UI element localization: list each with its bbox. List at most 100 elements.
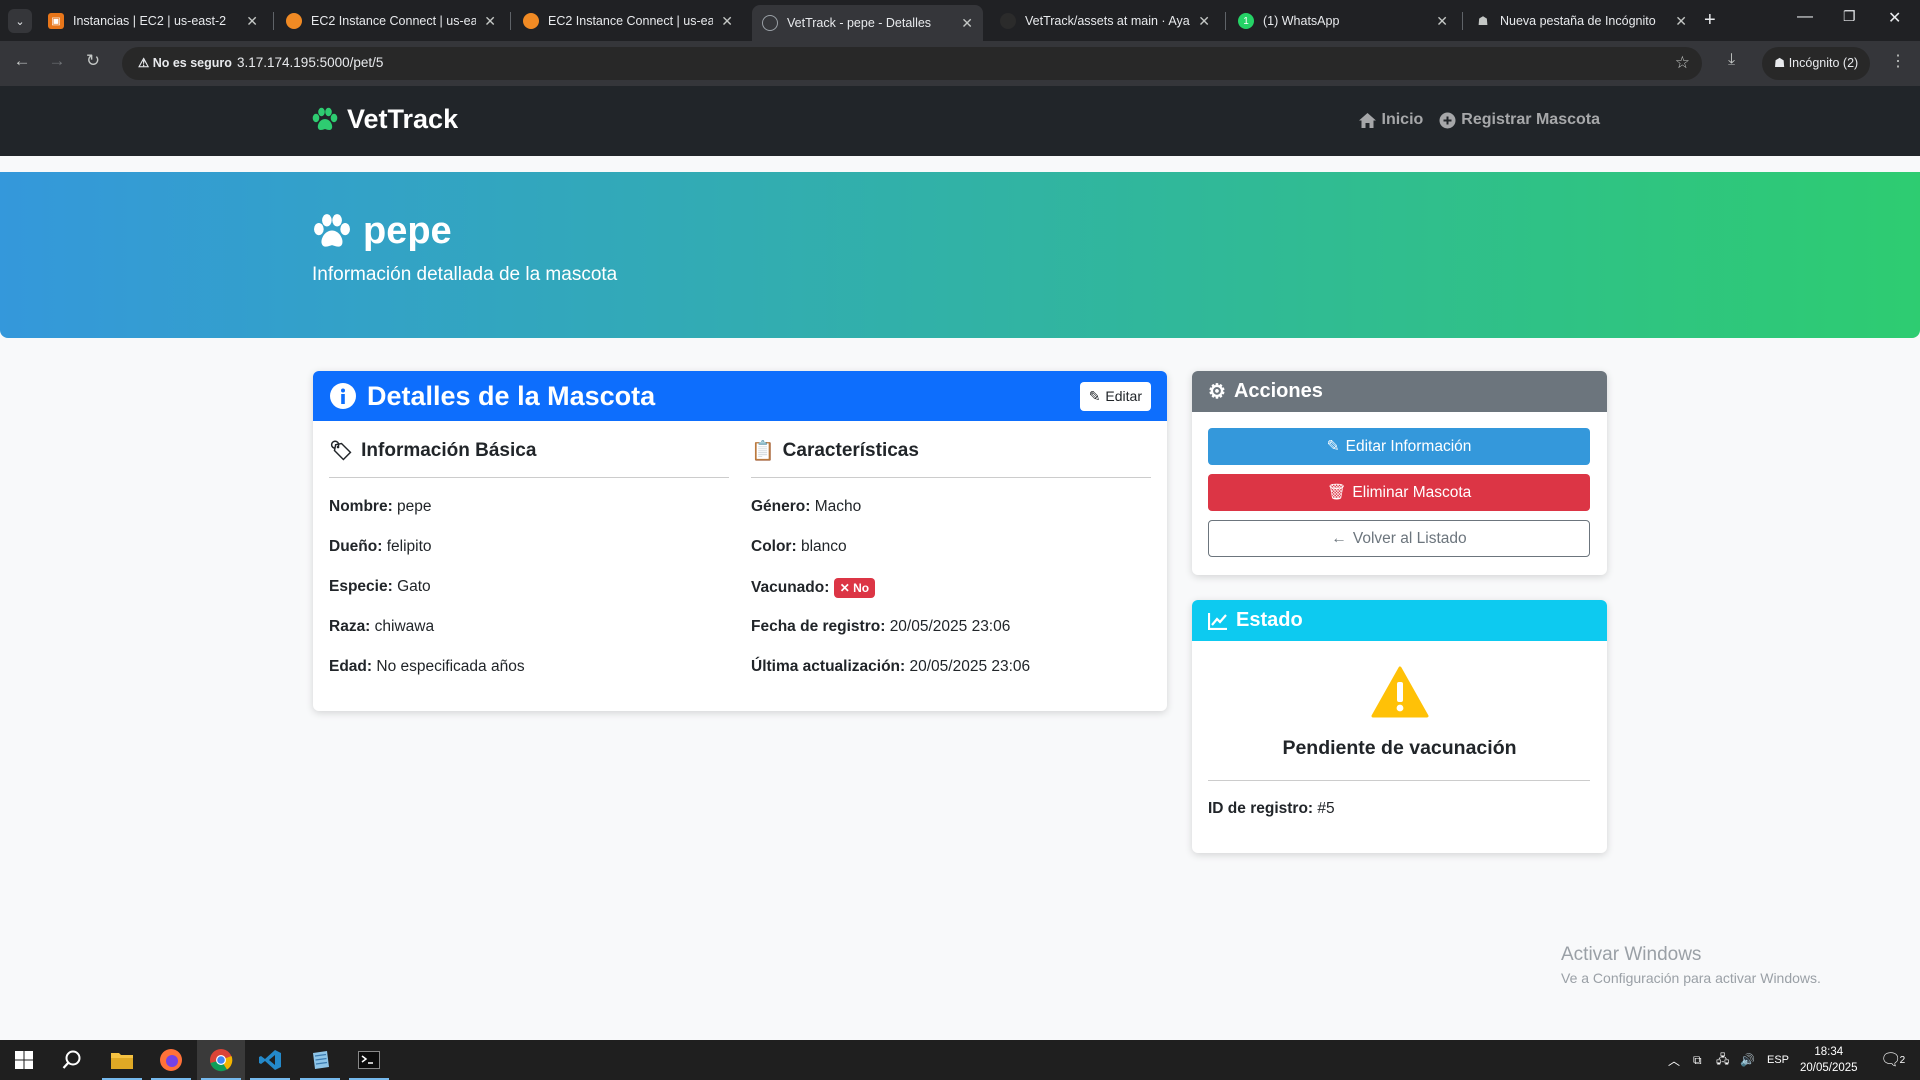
status-message: Pendiente de vacunación — [1282, 737, 1517, 759]
reload-icon[interactable]: ↻ — [81, 51, 105, 71]
browser-tab-strip: ⌄ ▣ Instancias | EC2 | us-east-2 ✕ EC2 I… — [0, 0, 1920, 41]
info-circle-icon — [330, 383, 356, 409]
tab-ec2-instances[interactable]: ▣ Instancias | EC2 | us-east-2 ✕ — [38, 5, 268, 37]
chrome-icon[interactable] — [197, 1040, 245, 1080]
nav-link-inicio[interactable]: Inicio — [1358, 111, 1423, 129]
notepad-icon[interactable] — [296, 1040, 344, 1080]
tab-separator — [1462, 12, 1463, 30]
incognito-icon: ☗ — [1774, 56, 1786, 70]
field-color: Color: blanco — [751, 538, 847, 555]
basic-info-heading: 🏷 Información Básica — [329, 439, 729, 478]
address-bar[interactable]: ⚠ No es seguro 3.17.174.195:5000/pet/5 ☆ — [122, 47, 1702, 80]
new-tab-button[interactable]: + — [1704, 9, 1716, 31]
tab-vettrack-active[interactable]: VetTrack - pepe - Detalles ✕ — [752, 5, 983, 41]
language-indicator[interactable]: ESP — [1767, 1040, 1789, 1080]
close-icon[interactable]: ✕ — [1675, 13, 1687, 30]
vaccination-status-badge: ✕ No — [833, 578, 876, 598]
tag-icon: 🏷 — [329, 441, 354, 462]
firefox-icon[interactable] — [147, 1040, 195, 1080]
field-fecha-registro: Fecha de registro: 20/05/2025 23:06 — [751, 618, 1011, 635]
nav-links: Inicio Registrar Mascota — [1358, 111, 1600, 129]
status-card-header: Estado — [1192, 600, 1607, 641]
edit-button[interactable]: ✎ Editar — [1079, 381, 1151, 411]
aws-orange-icon: ▣ — [48, 13, 64, 29]
close-icon[interactable]: ✕ — [484, 13, 496, 30]
globe-icon — [762, 15, 778, 31]
tab-separator — [510, 12, 511, 30]
details-card-header: Detalles de la Mascota ✎ Editar — [313, 371, 1167, 421]
warning-triangle-icon — [1371, 666, 1429, 718]
bookmark-star-icon[interactable]: ☆ — [1675, 53, 1690, 73]
whatsapp-icon: 1 — [1238, 13, 1254, 29]
file-explorer-icon[interactable] — [98, 1040, 146, 1080]
incognito-icon: ☗ — [1477, 14, 1489, 28]
tab-search-button[interactable]: ⌄ — [8, 9, 32, 33]
close-icon[interactable]: ✕ — [961, 15, 973, 32]
security-indicator[interactable]: ⚠ No es seguro — [130, 52, 240, 75]
features-heading: 📋 Características — [751, 439, 1151, 478]
field-especie: Especie: Gato — [329, 578, 431, 595]
terminal-icon[interactable] — [345, 1040, 393, 1080]
browser-toolbar: ← → ↻ ⚠ No es seguro 3.17.174.195:5000/p… — [0, 41, 1920, 86]
clipboard-icon: 📋 — [751, 441, 775, 462]
nav-link-registrar[interactable]: Registrar Mascota — [1439, 111, 1600, 129]
field-dueno: Dueño: felipito — [329, 538, 432, 555]
tab-separator — [1225, 12, 1226, 30]
incognito-indicator[interactable]: ☗ Incógnito (2) — [1762, 47, 1871, 80]
tab-ec2-connect-2[interactable]: EC2 Instance Connect | us-east-2 ✕ — [513, 5, 743, 37]
field-genero: Género: Macho — [751, 498, 862, 515]
close-icon[interactable]: ✕ — [1436, 13, 1448, 30]
close-icon[interactable]: ✕ — [246, 13, 258, 30]
chart-line-icon — [1208, 612, 1227, 630]
web-page: VetTrack Inicio Registrar Mascota pepe I… — [0, 86, 1920, 1040]
tab-ec2-connect-1[interactable]: EC2 Instance Connect | us-east-2 ✕ — [276, 5, 506, 37]
forward-arrow-icon[interactable]: → — [45, 51, 69, 71]
arrow-left-icon: ← — [1331, 529, 1347, 547]
network-icon[interactable]: 🖧 — [1716, 1040, 1729, 1080]
minimize-icon[interactable]: — — [1797, 8, 1813, 26]
back-to-list-button[interactable]: ← Volver al Listado — [1208, 520, 1590, 557]
system-clock[interactable]: 18:34 20/05/2025 — [1800, 1044, 1858, 1076]
paw-icon — [312, 107, 338, 130]
github-icon — [1000, 13, 1016, 29]
close-icon[interactable]: ✕ — [1198, 13, 1210, 30]
trash-icon: 🗑 — [1326, 484, 1347, 501]
delete-pet-button[interactable]: 🗑 Eliminar Mascota — [1208, 474, 1590, 511]
window-close-icon[interactable]: ✕ — [1888, 8, 1901, 28]
gear-icon: ⚙ — [1208, 381, 1226, 403]
close-icon[interactable]: ✕ — [721, 13, 733, 30]
field-ultima-actualizacion: Última actualización: 20/05/2025 23:06 — [751, 658, 1031, 675]
actions-card: ⚙ Acciones ✎ Editar Información 🗑 Elimin… — [1192, 371, 1607, 575]
menu-kebab-icon[interactable]: ⋮ — [1890, 51, 1906, 71]
tray-overflow-icon[interactable]: ︿ — [1668, 1040, 1680, 1080]
back-arrow-icon[interactable]: ← — [10, 51, 34, 71]
windows-taskbar: ︿ ⧉ 🖧 🔊 ESP 18:34 20/05/2025 🗨 2 — [0, 1040, 1920, 1080]
ec2-icon — [523, 13, 539, 29]
url-text[interactable]: 3.17.174.195:5000/pet/5 — [237, 55, 383, 70]
site-navbar: VetTrack Inicio Registrar Mascota — [0, 86, 1920, 156]
plus-circle-icon — [1439, 112, 1456, 128]
basic-info-column: 🏷 Información Básica Nombre: pepe Dueño:… — [329, 439, 729, 698]
divider — [1208, 780, 1590, 781]
site-brand[interactable]: VetTrack — [311, 104, 458, 135]
edit-info-button[interactable]: ✎ Editar Información — [1208, 428, 1590, 465]
field-edad: Edad: No especificada años — [329, 658, 525, 675]
windows-start-icon[interactable] — [0, 1040, 48, 1080]
warning-triangle-icon: ⚠ — [138, 56, 150, 70]
restore-icon[interactable]: ❐ — [1843, 8, 1856, 25]
tab-github[interactable]: VetTrack/assets at main · Ayarza ✕ — [990, 5, 1220, 37]
vscode-icon[interactable] — [246, 1040, 294, 1080]
pet-details-card: Detalles de la Mascota ✎ Editar 🏷 Inform… — [313, 371, 1167, 711]
edit-icon: ✎ — [1088, 387, 1101, 404]
volume-icon[interactable]: 🔊 — [1740, 1040, 1755, 1080]
ec2-icon — [286, 13, 302, 29]
tab-separator — [273, 12, 274, 30]
meet-now-icon[interactable]: ⧉ — [1693, 1040, 1702, 1080]
download-icon[interactable]: ⤓ — [1728, 51, 1735, 69]
field-raza: Raza: chiwawa — [329, 618, 435, 635]
tab-incognito[interactable]: ☗ Nueva pestaña de Incógnito ✕ — [1465, 5, 1697, 37]
search-icon[interactable] — [48, 1040, 96, 1080]
notification-center-icon[interactable]: 🗨 2 — [1880, 1040, 1905, 1080]
page-subtitle: Información detallada de la mascota — [312, 264, 618, 285]
tab-whatsapp[interactable]: 1 (1) WhatsApp ✕ — [1228, 5, 1458, 37]
